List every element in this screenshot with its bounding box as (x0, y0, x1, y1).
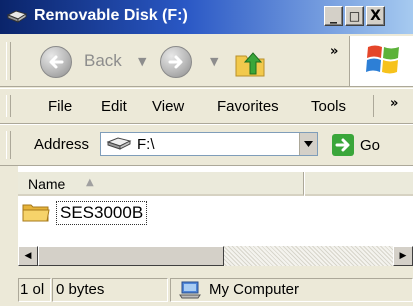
list-item-name: SES3000B (56, 201, 148, 225)
address-value: F:\ (137, 136, 155, 153)
my-computer-icon (179, 281, 201, 299)
forward-dropdown-icon[interactable]: ▼ (210, 55, 218, 68)
folder-icon (22, 204, 50, 222)
status-object-count: 1 ol (18, 278, 51, 302)
back-label: Back (84, 51, 122, 70)
menubar-grip[interactable] (6, 95, 11, 117)
explorer-window: Removable Disk (F:) _ □ X Back ▼ ▼ » Fil… (0, 0, 413, 306)
column-header-name[interactable]: Name ▲ (18, 172, 304, 196)
scroll-thumb[interactable] (38, 246, 224, 266)
status-zone: My Computer (170, 278, 413, 302)
menu-chevron[interactable]: » (390, 96, 398, 111)
column-header-empty[interactable] (305, 172, 413, 196)
chevron-down-icon (304, 141, 313, 147)
menu-separator (373, 95, 374, 117)
windows-logo-panel (349, 36, 413, 86)
maximize-button[interactable]: □ (345, 6, 364, 26)
up-folder-icon[interactable] (234, 48, 268, 78)
go-arrow-icon (332, 134, 354, 156)
address-label: Address (34, 136, 90, 153)
removable-disk-icon (6, 10, 28, 23)
left-gutter (0, 166, 18, 246)
menu-bar: File Edit View Favorites Tools » (0, 88, 413, 124)
windows-logo-icon (366, 45, 399, 74)
minimize-button[interactable]: _ (324, 6, 343, 26)
drive-icon (106, 137, 132, 150)
back-button[interactable]: Back ▼ (40, 44, 146, 78)
toolbar-chevron[interactable]: » (330, 44, 338, 59)
menu-file[interactable]: File (48, 98, 72, 115)
menu-edit[interactable]: Edit (101, 98, 127, 115)
title-bar[interactable]: Removable Disk (F:) _ □ X (0, 0, 413, 34)
status-bar: 1 ol 0 bytes My Computer (0, 270, 413, 306)
status-zone-label: My Computer (209, 281, 300, 298)
addressbar-grip[interactable] (6, 131, 11, 159)
scroll-left-button[interactable]: ◀ (18, 246, 38, 266)
go-button[interactable]: Go (328, 132, 386, 158)
address-bar: Address F:\ Go (0, 124, 413, 166)
back-arrow-icon (40, 46, 72, 78)
menu-view[interactable]: View (152, 98, 184, 115)
menu-tools[interactable]: Tools (311, 98, 346, 115)
window-title: Removable Disk (F:) (34, 7, 188, 24)
scroll-right-button[interactable]: ▶ (393, 246, 413, 266)
status-size: 0 bytes (52, 278, 168, 302)
horizontal-scrollbar[interactable]: ◀ ▶ (18, 246, 413, 266)
address-input[interactable]: F:\ (100, 132, 318, 156)
forward-button[interactable]: ▼ (160, 44, 220, 78)
menu-favorites[interactable]: Favorites (217, 98, 279, 115)
column-header-label: Name (28, 176, 66, 192)
address-dropdown-button[interactable] (299, 133, 317, 155)
close-button[interactable]: X (366, 6, 385, 26)
sort-ascending-icon: ▲ (86, 177, 94, 188)
toolbar-grip[interactable] (6, 42, 11, 80)
back-dropdown-icon[interactable]: ▼ (138, 55, 146, 68)
forward-arrow-icon (160, 46, 192, 78)
go-label: Go (360, 137, 381, 154)
